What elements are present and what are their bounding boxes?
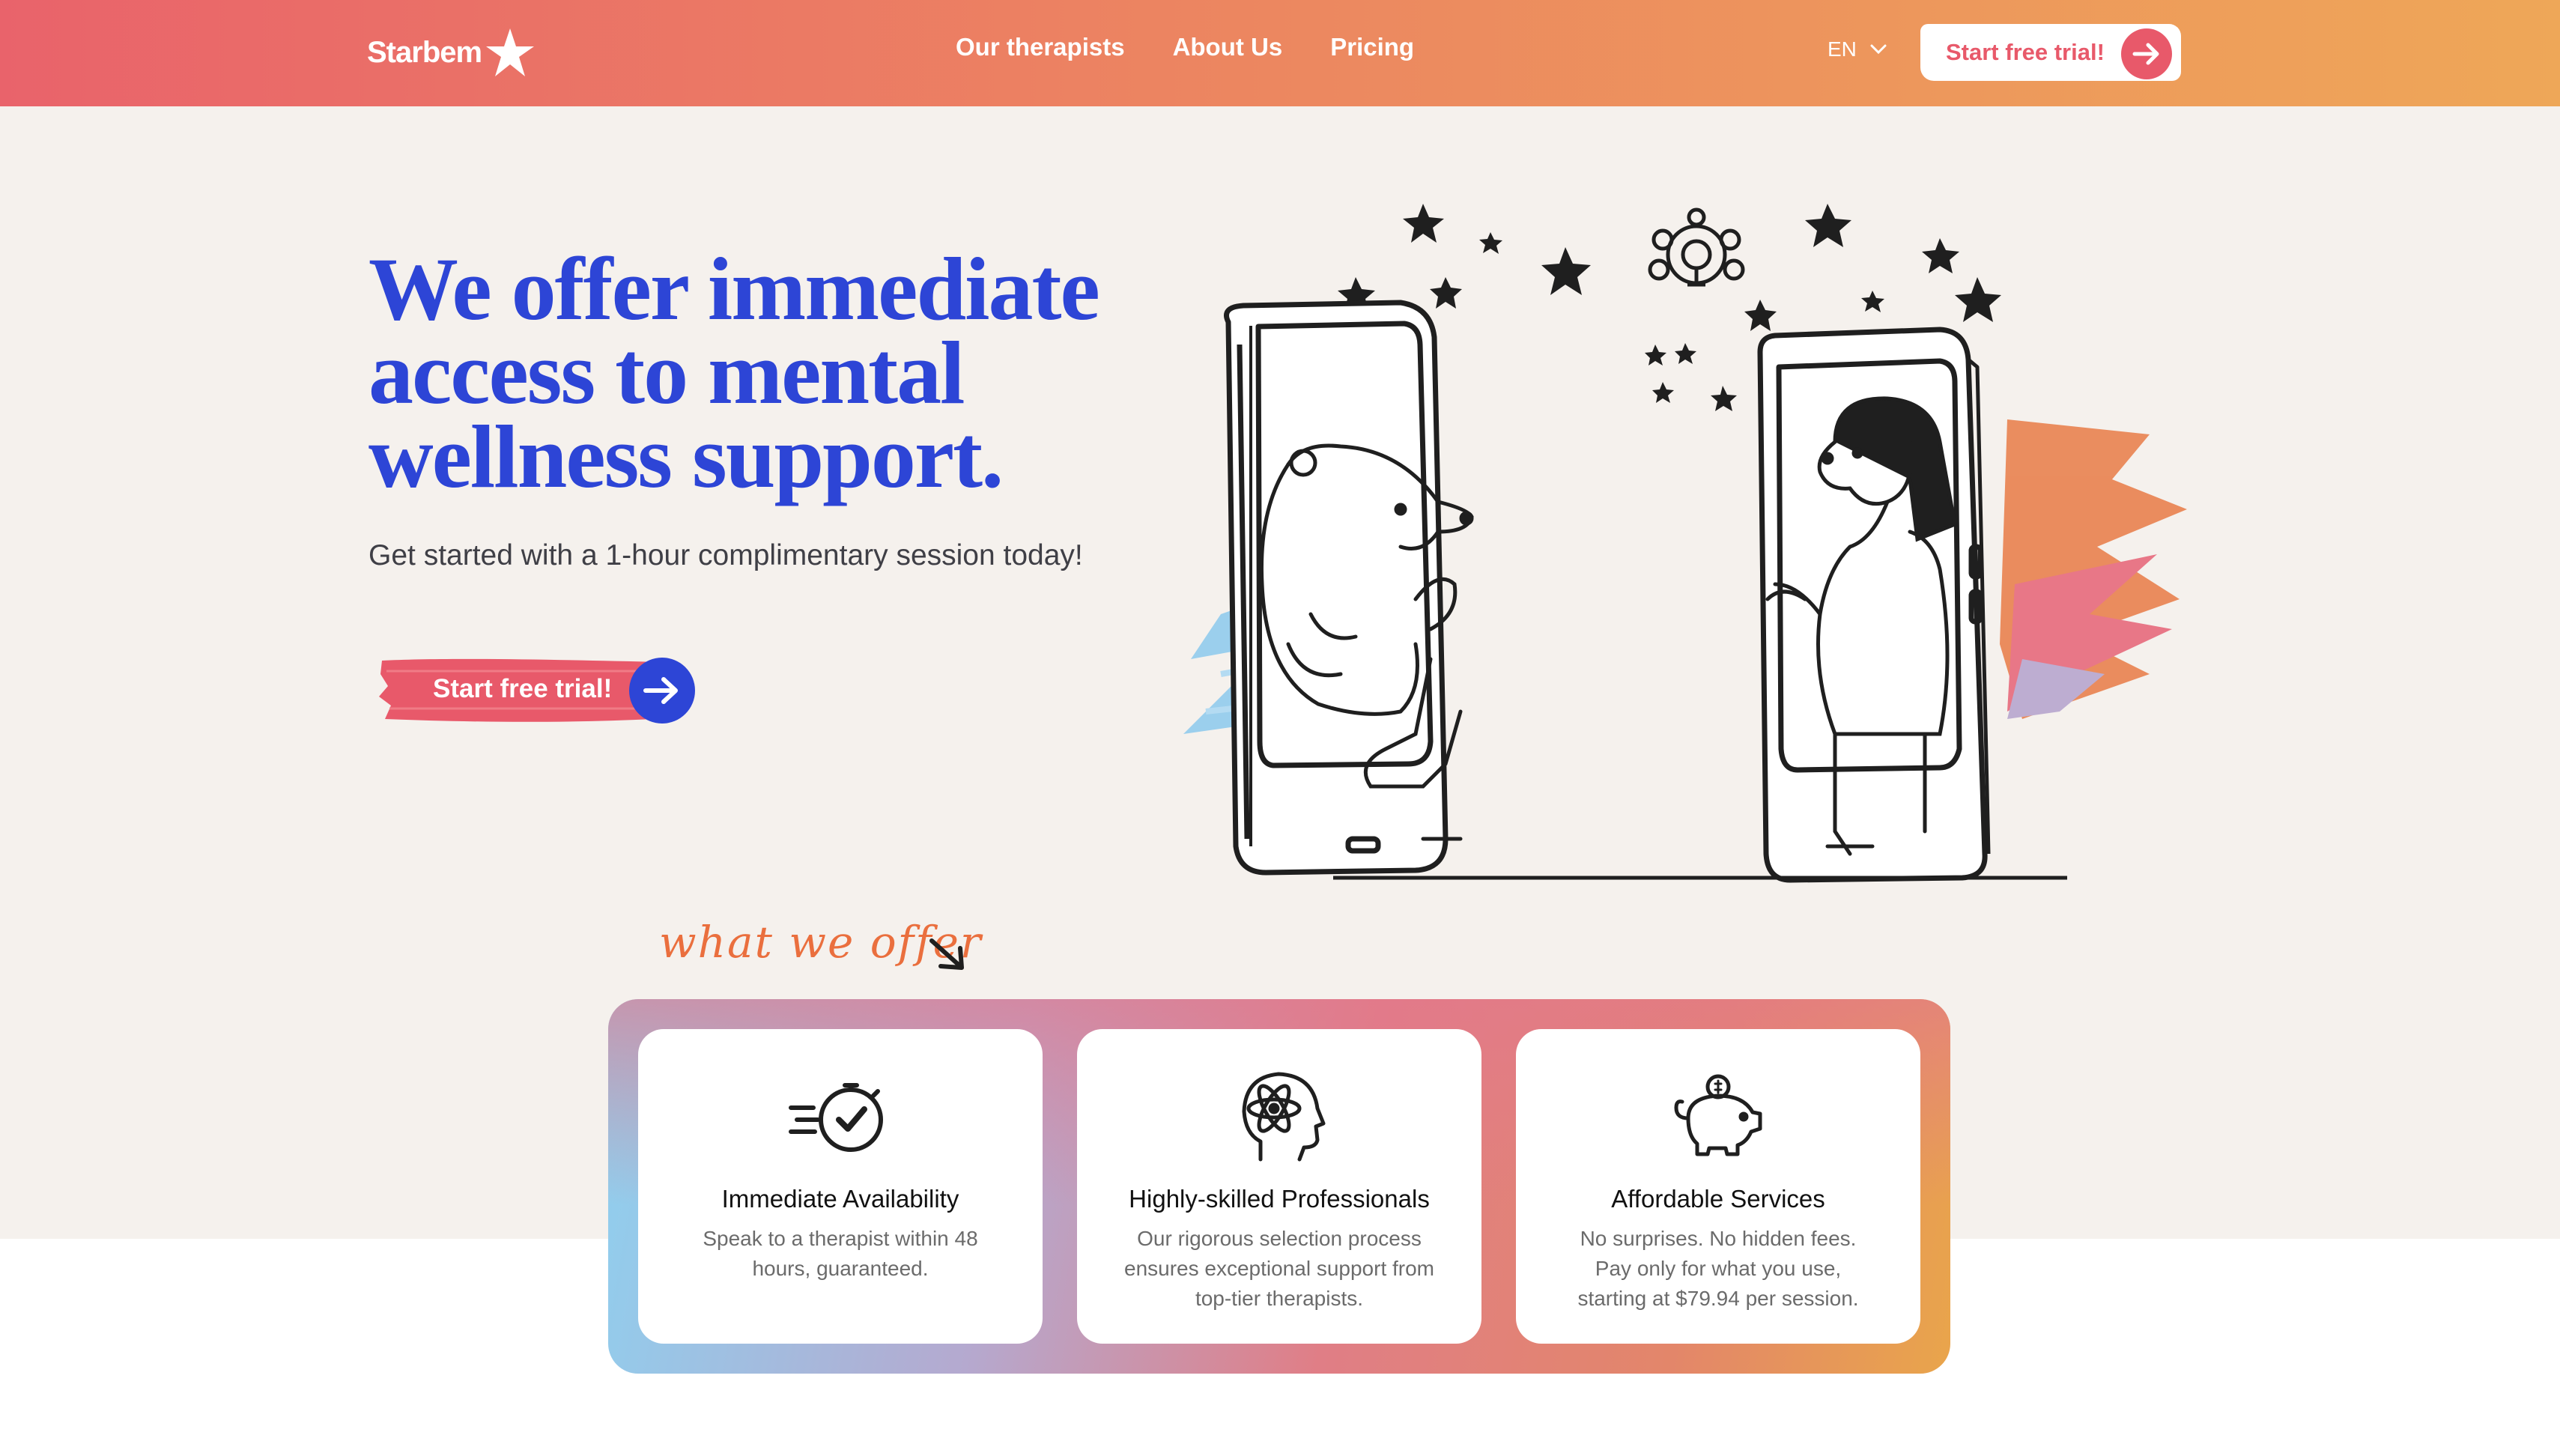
piggy-bank-icon [1666, 1067, 1771, 1164]
star-icon [486, 28, 535, 76]
language-selector[interactable]: EN [1828, 37, 1887, 61]
card-description: Our rigorous selection process ensures e… [1124, 1227, 1434, 1310]
nav-link-our-therapists[interactable]: Our therapists [956, 33, 1125, 61]
header-start-trial-button[interactable]: Start free trial! [1920, 24, 2181, 81]
hero-subtitle: Get started with a 1-hour complimentary … [368, 539, 1083, 571]
nav-link-about-us[interactable]: About Us [1173, 33, 1283, 61]
arrow-right-icon [2121, 28, 2172, 79]
header-cta-label: Start free trial! [1946, 39, 2105, 65]
offer-panel: Immediate Availability Speak to a therap… [608, 999, 1950, 1374]
hero-cta-label: Start free trial! [433, 674, 613, 703]
card-title: Highly-skilled Professionals [1129, 1185, 1430, 1213]
chevron-down-icon [1870, 44, 1887, 55]
nav-link-pricing[interactable]: Pricing [1330, 33, 1414, 61]
main-nav: Our therapists About Us Pricing [956, 33, 1414, 61]
offer-card-immediate-availability: Immediate Availability Speak to a therap… [638, 1029, 1043, 1344]
site-header: Starbem Our therapists About Us Pricing … [0, 0, 2560, 106]
card-title: Affordable Services [1611, 1185, 1825, 1213]
brand-logo[interactable]: Starbem [367, 24, 537, 81]
language-label: EN [1828, 37, 1857, 61]
warm-brush-stroke [2000, 419, 2187, 719]
therapy-phones-illustration [1183, 204, 2187, 883]
card-description: No surprises. No hidden fees. Pay only f… [1577, 1227, 1859, 1310]
arrow-right-icon [629, 658, 695, 724]
brand-name: Starbem [367, 35, 482, 69]
card-description: Speak to a therapist within 48 hours, gu… [703, 1227, 978, 1280]
offer-card-affordable-services: Affordable Services No surprises. No hid… [1516, 1029, 1920, 1344]
offer-card-highly-skilled-professionals: Highly-skilled Professionals Our rigorou… [1077, 1029, 1481, 1344]
head-atom-icon [1231, 1067, 1328, 1164]
hero-start-trial-button[interactable]: Start free trial! [377, 656, 695, 724]
card-title: Immediate Availability [721, 1185, 959, 1213]
lightbulb-brain-icon [1648, 207, 1745, 287]
arrow-down-right-icon [929, 938, 964, 970]
stopwatch-check-icon [788, 1067, 893, 1164]
hero-title: We offer immediate access to mental well… [368, 239, 1100, 506]
